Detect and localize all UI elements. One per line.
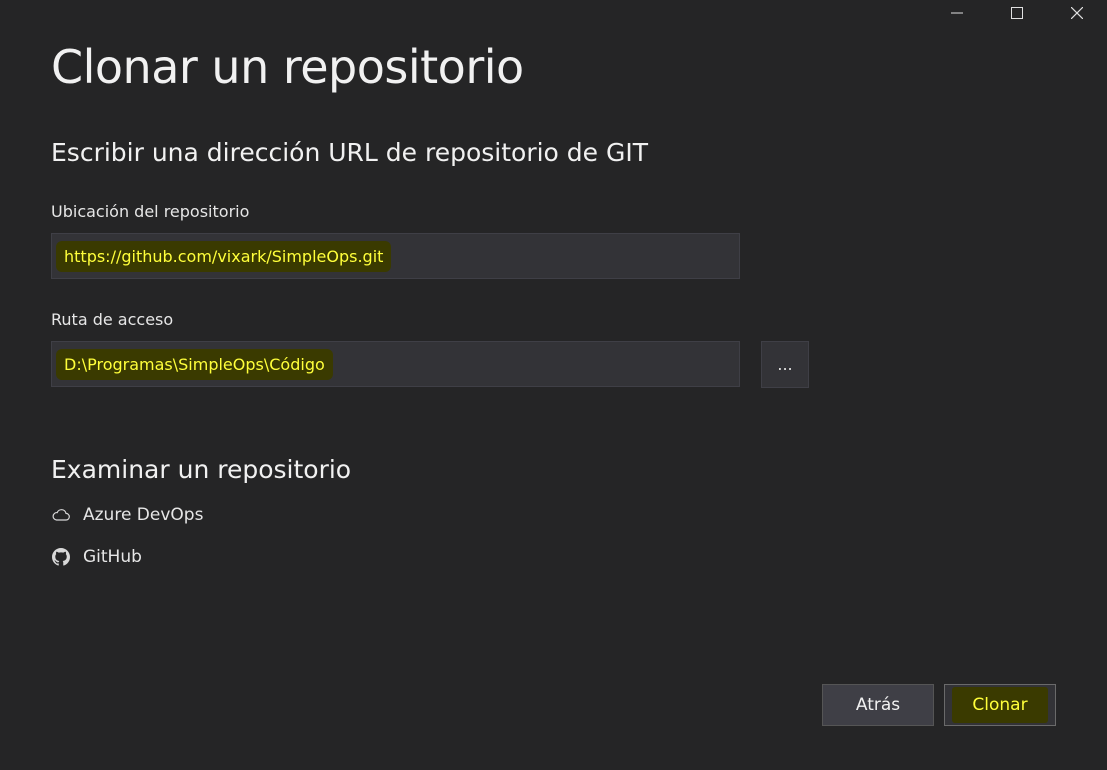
clone-url-heading: Escribir una dirección URL de repositori…: [51, 138, 648, 167]
close-icon: [1071, 7, 1083, 19]
local-path-label: Ruta de acceso: [51, 310, 174, 329]
window-controls: [927, 0, 1107, 26]
back-button[interactable]: Atrás: [822, 684, 934, 726]
page-title: Clonar un repositorio: [51, 40, 524, 94]
repository-location-label: Ubicación del repositorio: [51, 202, 250, 221]
minimize-icon: [951, 7, 963, 19]
repository-location-value: https://github.com/vixark/SimpleOps.git: [56, 240, 392, 272]
provider-github[interactable]: GitHub: [51, 547, 142, 567]
cloud-icon: [51, 505, 71, 525]
minimize-button[interactable]: [927, 0, 987, 26]
clone-button[interactable]: Clonar: [944, 684, 1056, 726]
local-path-input[interactable]: D:\Programas\SimpleOps\Código: [51, 341, 740, 387]
provider-label: Azure DevOps: [83, 505, 204, 525]
browse-folder-button[interactable]: ...: [761, 341, 809, 388]
maximize-button[interactable]: [987, 0, 1047, 26]
github-icon: [51, 547, 71, 567]
clone-button-label: Clonar: [952, 687, 1048, 723]
browse-repository-heading: Examinar un repositorio: [51, 455, 352, 484]
provider-azure-devops[interactable]: Azure DevOps: [51, 505, 203, 525]
clone-repository-window: Clonar un repositorio Escribir una direc…: [0, 0, 1107, 770]
repository-location-input[interactable]: https://github.com/vixark/SimpleOps.git: [51, 233, 740, 279]
close-button[interactable]: [1047, 0, 1107, 26]
local-path-value: D:\Programas\SimpleOps\Código: [56, 348, 333, 380]
provider-label: GitHub: [83, 547, 142, 567]
maximize-icon: [1011, 7, 1023, 19]
